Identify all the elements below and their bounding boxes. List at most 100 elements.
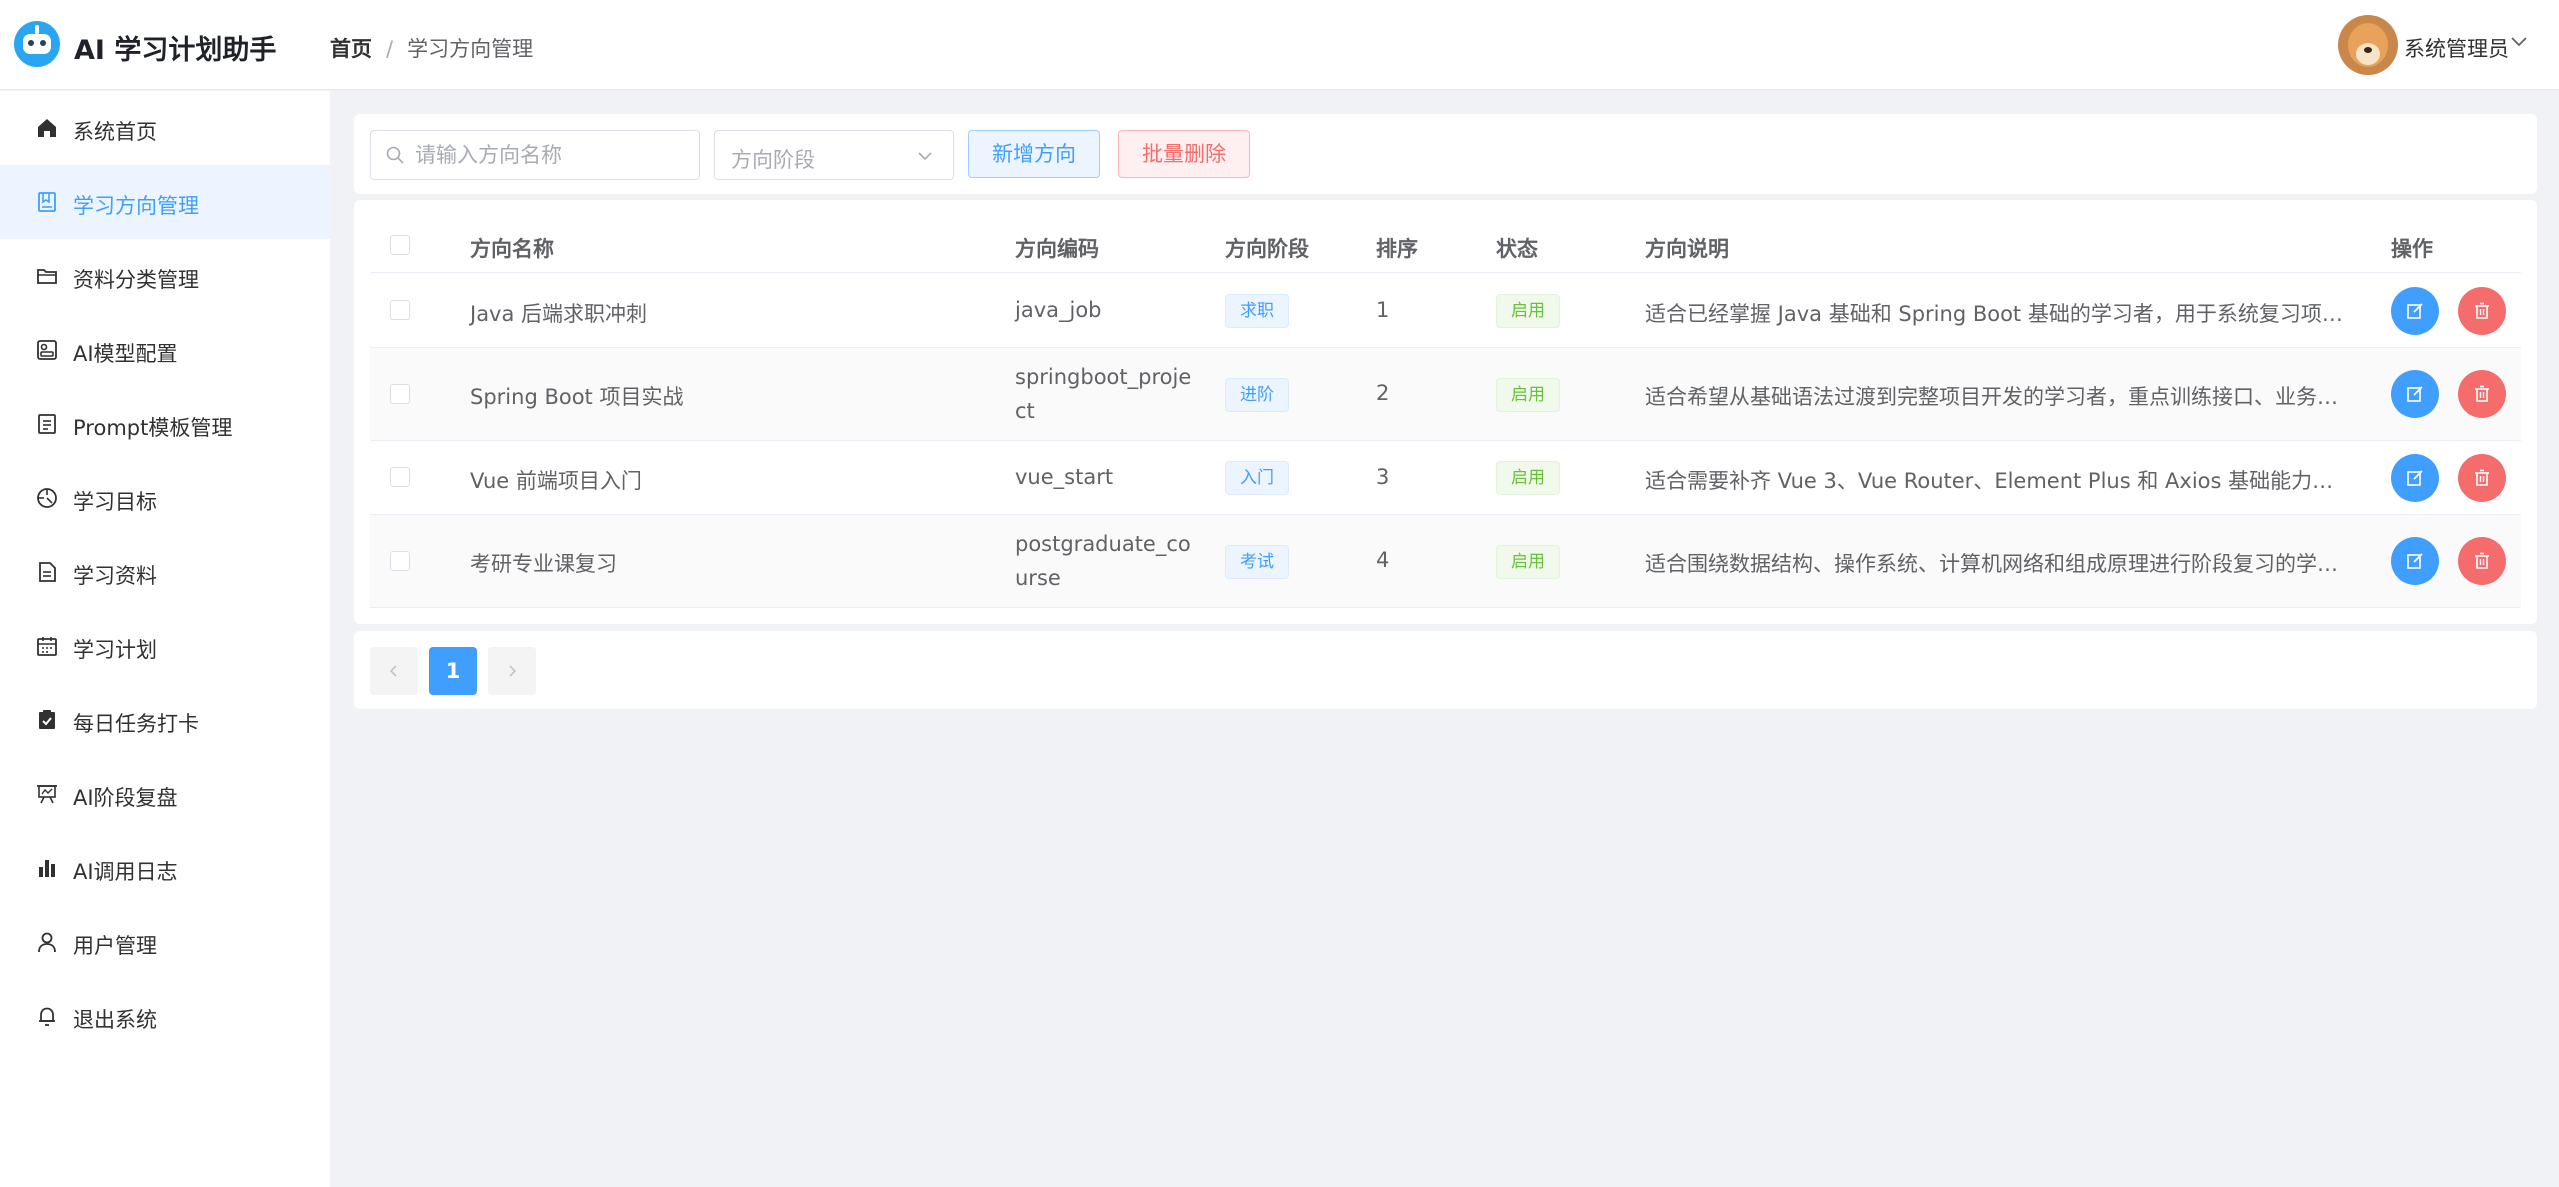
delete-button[interactable] <box>2458 287 2506 335</box>
search-icon <box>386 146 404 164</box>
table-row: Java 后端求职冲刺 java_job 求职 1 启用 适合已经掌握 Java… <box>370 274 2521 348</box>
edit-button[interactable] <box>2391 537 2439 585</box>
folder-icon <box>37 269 57 284</box>
next-page-button[interactable] <box>488 647 536 695</box>
batch-delete-button[interactable]: 批量删除 <box>1118 130 1250 178</box>
add-direction-button[interactable]: 新增方向 <box>968 130 1100 178</box>
sidebar-item-category-management[interactable]: 资料分类管理 <box>0 239 330 313</box>
direction-description: 适合需要补齐 Vue 3、Vue Router、Element Plus 和 A… <box>1645 469 2345 493</box>
document-icon <box>38 414 56 434</box>
table-row: Vue 前端项目入门 vue_start 入门 3 启用 适合需要补齐 Vue … <box>370 441 2521 515</box>
stage-select-placeholder: 方向阶段 <box>731 148 815 172</box>
sidebar-item-user-management[interactable]: 用户管理 <box>0 905 330 979</box>
sidebar-item-ai-review[interactable]: AI阶段复盘 <box>0 757 330 831</box>
sidebar-item-home[interactable]: 系统首页 <box>0 91 330 165</box>
sidebar-item-label: 资料分类管理 <box>73 268 199 292</box>
filter-bar: 方向阶段 新增方向 批量删除 <box>354 114 2537 194</box>
column-header: 方向阶段 <box>1225 237 1309 261</box>
stage-tag: 求职 <box>1225 294 1289 328</box>
sidebar-item-ai-model-config[interactable]: AI模型配置 <box>0 313 330 387</box>
sidebar-item-label: 每日任务打卡 <box>73 712 199 736</box>
status-badge: 启用 <box>1496 294 1560 328</box>
status-badge: 启用 <box>1496 461 1560 495</box>
sort-order: 3 <box>1376 465 1390 489</box>
sidebar-item-label: AI调用日志 <box>73 860 178 884</box>
edit-icon <box>2407 386 2423 402</box>
row-checkbox[interactable] <box>390 384 410 404</box>
presentation-icon <box>37 785 57 804</box>
stage-tag: 进阶 <box>1225 378 1289 412</box>
row-checkbox[interactable] <box>390 300 410 320</box>
sidebar-item-label: 学习方向管理 <box>73 194 199 218</box>
prev-page-button[interactable] <box>370 647 418 695</box>
edit-icon <box>2407 553 2423 569</box>
direction-description: 适合已经掌握 Java 基础和 Spring Boot 基础的学习者，用于系统复… <box>1645 302 2345 326</box>
page-number-current[interactable]: 1 <box>429 647 477 695</box>
edit-icon <box>2407 303 2423 319</box>
sidebar-item-label: 用户管理 <box>73 934 157 958</box>
column-header: 操作 <box>2391 237 2433 261</box>
direction-description: 适合围绕数据结构、操作系统、计算机网络和组成原理进行阶段复习的学… <box>1645 552 2338 576</box>
pagination: 1 <box>354 631 2537 709</box>
row-checkbox[interactable] <box>390 467 410 487</box>
select-all-checkbox[interactable] <box>390 235 410 255</box>
sidebar-item-learning-plans[interactable]: 学习计划 <box>0 609 330 683</box>
direction-code: java_job <box>1015 298 1102 322</box>
sidebar-item-label: 系统首页 <box>73 120 157 144</box>
sidebar-item-label: 学习计划 <box>73 638 157 662</box>
sidebar-item-learning-materials[interactable]: 学习资料 <box>0 535 330 609</box>
file-icon <box>39 562 56 582</box>
row-checkbox[interactable] <box>390 551 410 571</box>
sort-order: 1 <box>1376 298 1390 322</box>
chevron-left-icon <box>389 665 397 677</box>
trash-icon <box>2475 552 2489 569</box>
trash-icon <box>2475 385 2489 402</box>
notebook-icon <box>38 192 56 212</box>
edit-button[interactable] <box>2391 370 2439 418</box>
sidebar-item-learning-goals[interactable]: 学习目标 <box>0 461 330 535</box>
sidebar-item-direction-management[interactable]: 学习方向管理 <box>0 165 330 239</box>
edit-button[interactable] <box>2391 287 2439 335</box>
bell-icon <box>39 1007 55 1026</box>
delete-button[interactable] <box>2458 370 2506 418</box>
breadcrumb-separator: / <box>386 37 394 61</box>
direction-description: 适合希望从基础语法过渡到完整项目开发的学习者，重点训练接口、业务… <box>1645 385 2338 409</box>
table-row: 考研专业课复习 postgraduate_course 考试 4 启用 适合围绕… <box>370 515 2521 608</box>
user-icon <box>38 932 56 953</box>
status-badge: 启用 <box>1496 378 1560 412</box>
stage-tag: 入门 <box>1225 461 1289 495</box>
breadcrumb-home[interactable]: 首页 <box>330 37 372 61</box>
stage-select[interactable]: 方向阶段 <box>714 130 954 180</box>
sidebar-item-daily-checkin[interactable]: 每日任务打卡 <box>0 683 330 757</box>
chevron-down-icon <box>918 152 932 161</box>
sidebar-item-label: 学习资料 <box>73 564 157 588</box>
edit-icon <box>2407 470 2423 486</box>
sidebar-item-label: 学习目标 <box>73 490 157 514</box>
calendar-icon <box>37 637 57 656</box>
column-header: 方向名称 <box>470 237 554 261</box>
search-text-field[interactable] <box>415 140 685 170</box>
user-name[interactable]: 系统管理员 <box>2404 33 2509 63</box>
direction-code: postgraduate_course <box>1015 532 1191 590</box>
search-input[interactable] <box>370 130 700 180</box>
direction-code: vue_start <box>1015 465 1114 489</box>
home-icon <box>38 119 56 137</box>
edit-button[interactable] <box>2391 454 2439 502</box>
stage-tag: 考试 <box>1225 545 1289 579</box>
chevron-down-icon[interactable] <box>2508 30 2530 52</box>
column-header: 状态 <box>1496 237 1538 261</box>
avatar[interactable] <box>2338 15 2398 75</box>
sort-order: 4 <box>1376 548 1390 572</box>
sidebar-item-logout[interactable]: 退出系统 <box>0 979 330 1053</box>
column-header: 排序 <box>1376 237 1418 261</box>
model-config-icon <box>37 340 57 360</box>
delete-button[interactable] <box>2458 454 2506 502</box>
breadcrumb-current: 学习方向管理 <box>407 37 534 61</box>
sidebar-item-prompt-templates[interactable]: Prompt模板管理 <box>0 387 330 461</box>
sidebar-item-ai-call-logs[interactable]: AI调用日志 <box>0 831 330 905</box>
target-icon <box>37 488 57 508</box>
delete-button[interactable] <box>2458 537 2506 585</box>
bar-chart-icon <box>39 860 55 877</box>
robot-logo-icon <box>14 21 60 67</box>
direction-name: Java 后端求职冲刺 <box>470 302 648 326</box>
